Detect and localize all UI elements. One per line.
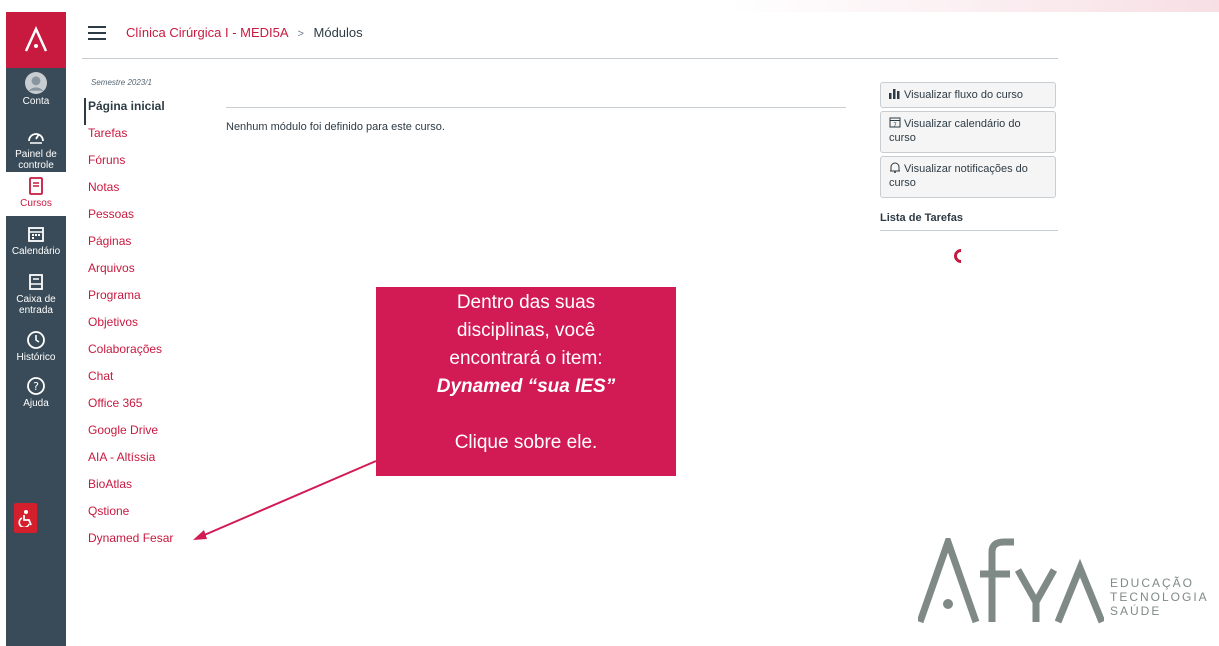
breadcrumb: Clínica Cirúrgica I - MEDI5A > Módulos — [126, 25, 363, 40]
callout-line-5: Clique sobre ele. — [454, 432, 598, 453]
course-nav-pages[interactable]: Páginas — [84, 233, 204, 260]
course-nav-files[interactable]: Arquivos — [84, 260, 204, 287]
svg-text:7: 7 — [893, 122, 897, 128]
callout-line-1: Dentro das suas — [456, 292, 596, 313]
gnav-help[interactable]: ? Ajuda — [6, 376, 66, 409]
view-course-calendar-label: Visualizar calendário do curso — [889, 118, 1021, 144]
course-nav-qstione[interactable]: Qstione — [84, 503, 204, 530]
course-nav-altissia[interactable]: AIA - Altíssia — [84, 449, 204, 476]
inbox-icon — [29, 274, 43, 290]
gnav-courses-label: Cursos — [20, 198, 52, 209]
course-nav-forums[interactable]: Fóruns — [84, 152, 204, 179]
help-icon: ? — [27, 377, 45, 395]
gnav-history-label: Histórico — [16, 352, 56, 363]
breadcrumb-separator: > — [297, 28, 304, 40]
dashboard-icon — [28, 133, 44, 144]
calendar-icon: 7 — [889, 117, 901, 128]
global-nav: Conta Painel de controle Cursos Calendár… — [6, 12, 66, 646]
calendar-icon — [28, 227, 44, 242]
callout-line-3: encontrará o item: — [449, 348, 603, 369]
gnav-dashboard-label: Painel de controle — [15, 149, 57, 171]
callout-spacer — [376, 401, 676, 429]
gnav-calendar-label: Calendário — [11, 246, 61, 257]
todo-list-heading: Lista de Tarefas — [880, 212, 1058, 231]
view-course-stream-button[interactable]: Visualizar fluxo do curso — [880, 82, 1056, 108]
gnav-account[interactable]: Conta — [6, 72, 66, 107]
gnav-inbox[interactable]: Caixa de entrada — [6, 272, 66, 316]
course-nav-collaborations[interactable]: Colaborações — [84, 341, 204, 368]
breadcrumb-course[interactable]: Clínica Cirúrgica I - MEDI5A — [126, 25, 288, 40]
view-course-stream-label: Visualizar fluxo do curso — [904, 89, 1024, 101]
account-icon — [25, 72, 47, 94]
course-nav-chat[interactable]: Chat — [84, 368, 204, 395]
brand-line-1: EDUCAÇÃO — [1110, 576, 1195, 590]
breadcrumb-current: Módulos — [313, 25, 363, 40]
course-nav-syllabus[interactable]: Programa — [84, 287, 204, 314]
course-nav-office365[interactable]: Office 365 — [84, 395, 204, 422]
view-course-calendar-button[interactable]: 7 Visualizar calendário do curso — [880, 111, 1056, 153]
bell-icon — [890, 162, 900, 173]
gnav-history[interactable]: Histórico — [6, 330, 66, 363]
gnav-help-label: Ajuda — [23, 398, 49, 409]
svg-text:?: ? — [33, 380, 39, 393]
course-nav: Página inicial Tarefas Fóruns Notas Pess… — [84, 98, 204, 557]
afya-logo — [918, 538, 1104, 624]
course-nav-people[interactable]: Pessoas — [84, 206, 204, 233]
top-accent-bar — [0, 0, 1219, 12]
brand-tagline: EDUCAÇÃO TECNOLOGIA SAÚDE — [1110, 576, 1209, 618]
gnav-account-label: Conta — [22, 96, 50, 107]
content-divider — [226, 107, 846, 108]
bar-chart-icon — [889, 89, 900, 99]
instruction-callout: Dentro das suas disciplinas, você encont… — [376, 287, 676, 476]
callout-line-2: disciplinas, você — [456, 320, 596, 341]
gnav-inbox-label: Caixa de entrada — [16, 294, 56, 316]
semester-label: Semestre 2023/1 — [91, 78, 152, 87]
course-nav-dynamed[interactable]: Dynamed Fesar — [84, 530, 204, 557]
loading-spinner-icon — [951, 246, 971, 266]
course-nav-grades[interactable]: Notas — [84, 179, 204, 206]
gnav-courses[interactable]: Cursos — [6, 172, 66, 216]
brand-line-3: SAÚDE — [1110, 604, 1162, 618]
accessibility-icon — [17, 510, 32, 527]
menu-toggle-icon[interactable] — [88, 26, 106, 40]
empty-modules-message: Nenhum módulo foi definido para este cur… — [226, 121, 445, 133]
logo-a-icon — [24, 26, 48, 52]
callout-line-4: Dynamed “sua IES” — [436, 376, 616, 397]
view-course-notifications-label: Visualizar notificações do curso — [889, 163, 1028, 189]
gnav-dashboard[interactable]: Painel de controle — [6, 127, 66, 171]
gnav-calendar[interactable]: Calendário — [6, 224, 66, 257]
page-header: Clínica Cirúrgica I - MEDI5A > Módulos — [82, 12, 1058, 59]
brand-line-2: TECNOLOGIA — [1110, 590, 1209, 604]
course-nav-home[interactable]: Página inicial — [84, 98, 204, 125]
view-course-notifications-button[interactable]: Visualizar notificações do curso — [880, 156, 1056, 198]
history-icon — [27, 331, 45, 349]
accessibility-button[interactable] — [14, 503, 37, 533]
course-nav-bioatlas[interactable]: BioAtlas — [84, 476, 204, 503]
institution-logo[interactable] — [6, 12, 66, 68]
course-nav-assignments[interactable]: Tarefas — [84, 125, 204, 152]
courses-icon — [29, 177, 43, 195]
course-nav-outcomes[interactable]: Objetivos — [84, 314, 204, 341]
course-nav-google-drive[interactable]: Google Drive — [84, 422, 204, 449]
